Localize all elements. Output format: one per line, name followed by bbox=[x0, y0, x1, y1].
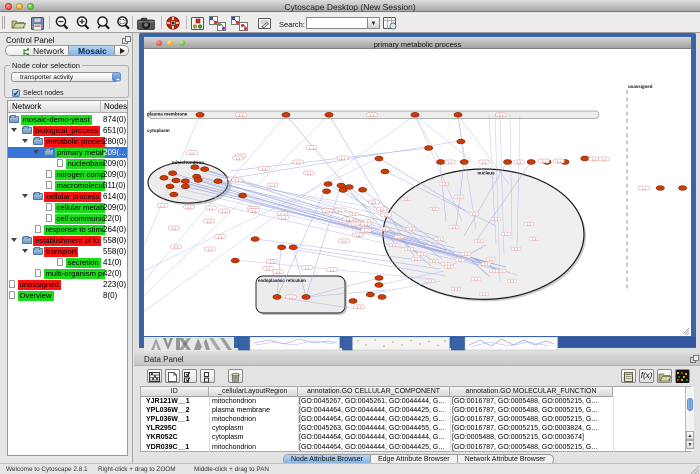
svg-text:[..]: [..] bbox=[464, 252, 467, 256]
svg-text:[..]: [..] bbox=[414, 257, 417, 261]
svg-text:[..]: [..] bbox=[489, 257, 492, 261]
svg-text:[..]: [..] bbox=[514, 247, 517, 251]
svg-text:[..]: [..] bbox=[477, 239, 480, 243]
svg-text:[...]: [...] bbox=[172, 226, 176, 230]
svg-text:[..]: [..] bbox=[392, 243, 395, 247]
svg-text:[...]: [...] bbox=[372, 200, 376, 204]
svg-text:[...]: [...] bbox=[239, 113, 243, 117]
svg-text:[...]: [...] bbox=[384, 213, 388, 217]
svg-text:cytoplasm: cytoplasm bbox=[147, 128, 170, 133]
svg-text:[...]: [...] bbox=[325, 209, 329, 213]
svg-text:[...]: [...] bbox=[352, 222, 356, 226]
svg-text:[...]: [...] bbox=[281, 216, 285, 220]
svg-text:[...]: [...] bbox=[207, 219, 211, 223]
svg-text:[...]: [...] bbox=[222, 209, 226, 213]
svg-text:[..]: [..] bbox=[409, 227, 412, 231]
svg-text:[..]: [..] bbox=[457, 195, 460, 199]
svg-text:[..]: [..] bbox=[432, 259, 435, 263]
svg-text:[...]: [...] bbox=[190, 151, 194, 155]
svg-text:[..]: [..] bbox=[527, 222, 530, 226]
svg-text:[..]: [..] bbox=[447, 265, 450, 269]
svg-text:[...]: [...] bbox=[602, 157, 606, 161]
svg-text:[...]: [...] bbox=[209, 206, 213, 210]
svg-text:[..]: [..] bbox=[499, 269, 502, 273]
svg-text:[..]: [..] bbox=[404, 197, 407, 201]
svg-text:plasma membrane: plasma membrane bbox=[147, 112, 188, 117]
svg-text:[..]: [..] bbox=[382, 227, 385, 231]
svg-text:[..]: [..] bbox=[484, 262, 487, 266]
svg-text:[...]: [...] bbox=[482, 160, 486, 164]
svg-text:unassigned: unassigned bbox=[628, 84, 653, 89]
svg-text:[...]: [...] bbox=[330, 268, 334, 272]
svg-text:[...]: [...] bbox=[235, 178, 239, 182]
svg-text:[..]: [..] bbox=[432, 207, 435, 211]
svg-text:[...]: [...] bbox=[364, 229, 368, 233]
svg-text:[...]: [...] bbox=[557, 159, 561, 163]
svg-text:[...]: [...] bbox=[517, 160, 521, 164]
svg-text:[...]: [...] bbox=[341, 156, 345, 160]
svg-text:[..]: [..] bbox=[532, 237, 535, 241]
svg-text:[..]: [..] bbox=[474, 277, 477, 281]
svg-text:[..]: [..] bbox=[367, 219, 370, 223]
svg-text:[...]: [...] bbox=[592, 157, 596, 161]
svg-text:[...]: [...] bbox=[305, 266, 309, 270]
svg-text:nucleus: nucleus bbox=[477, 171, 495, 176]
svg-text:[..]: [..] bbox=[492, 269, 495, 273]
svg-text:[...]: [...] bbox=[357, 305, 361, 309]
svg-text:[...]: [...] bbox=[356, 233, 360, 237]
svg-text:[...]: [...] bbox=[448, 160, 452, 164]
svg-text:[..]: [..] bbox=[452, 225, 455, 229]
svg-text:[...]: [...] bbox=[380, 207, 384, 211]
svg-text:endoplasmic reticulum: endoplasmic reticulum bbox=[258, 278, 306, 283]
svg-text:[...]: [...] bbox=[276, 270, 280, 274]
svg-text:[..]: [..] bbox=[407, 247, 410, 251]
svg-text:[..]: [..] bbox=[397, 235, 400, 239]
svg-text:[...]: [...] bbox=[499, 113, 503, 117]
svg-text:[...]: [...] bbox=[307, 171, 311, 175]
svg-text:[..]: [..] bbox=[494, 217, 497, 221]
svg-text:[..]: [..] bbox=[437, 237, 440, 241]
svg-text:[...]: [...] bbox=[342, 239, 346, 243]
svg-text:[...]: [...] bbox=[642, 186, 646, 190]
svg-text:[..]: [..] bbox=[458, 258, 461, 262]
svg-text:[...]: [...] bbox=[310, 146, 314, 150]
svg-text:[..]: [..] bbox=[454, 287, 457, 291]
svg-text:[..]: [..] bbox=[352, 212, 355, 216]
svg-text:[...]: [...] bbox=[218, 235, 222, 239]
svg-text:mitochondrion: mitochondrion bbox=[172, 160, 204, 165]
svg-text:[...]: [...] bbox=[271, 183, 275, 187]
svg-text:[...]: [...] bbox=[266, 267, 270, 271]
svg-text:[..]: [..] bbox=[442, 182, 445, 186]
svg-text:[...]: [...] bbox=[208, 247, 212, 251]
svg-text:[..]: [..] bbox=[428, 279, 431, 283]
svg-text:[...]: [...] bbox=[187, 205, 191, 209]
svg-text:[..]: [..] bbox=[510, 279, 513, 283]
svg-text:[..]: [..] bbox=[420, 252, 423, 256]
svg-text:[...]: [...] bbox=[296, 160, 300, 164]
svg-text:[..]: [..] bbox=[504, 232, 507, 236]
svg-text:[..]: [..] bbox=[472, 212, 475, 216]
svg-text:[...]: [...] bbox=[236, 156, 240, 160]
svg-text:[...]: [...] bbox=[346, 217, 350, 221]
svg-text:[...]: [...] bbox=[262, 167, 266, 171]
svg-text:[...]: [...] bbox=[370, 113, 374, 117]
svg-text:[...]: [...] bbox=[174, 245, 178, 249]
svg-text:[..]: [..] bbox=[482, 292, 485, 296]
svg-text:[...]: [...] bbox=[252, 209, 256, 213]
svg-text:[...]: [...] bbox=[161, 204, 165, 208]
svg-text:[...]: [...] bbox=[270, 260, 274, 264]
svg-text:[...]: [...] bbox=[542, 159, 546, 163]
svg-text:[...]: [...] bbox=[338, 208, 342, 212]
svg-text:[...]: [...] bbox=[289, 295, 293, 299]
